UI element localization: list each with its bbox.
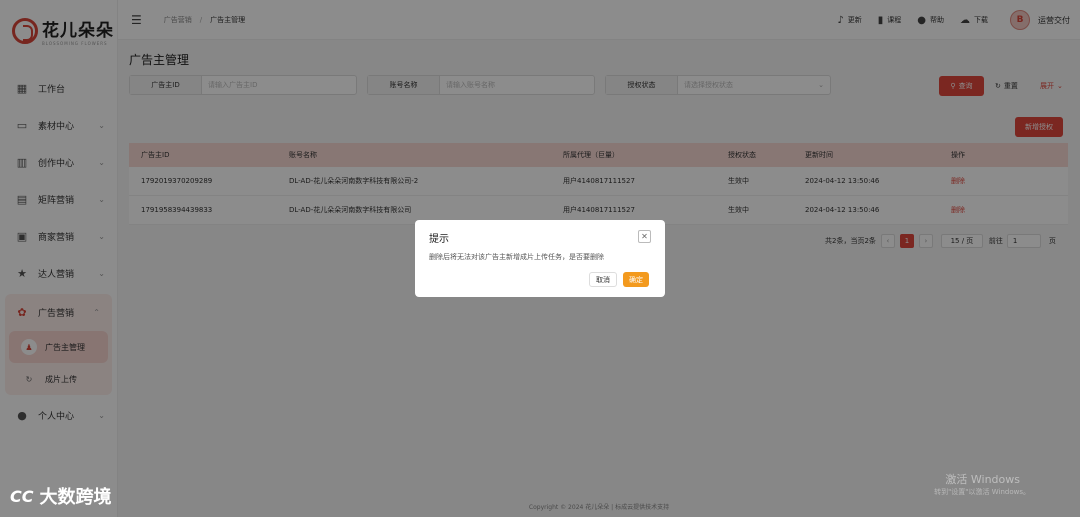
watermark-text: 大数跨境 (39, 487, 112, 508)
dialog-buttons: 取消 确定 (583, 272, 649, 287)
confirm-dialog: 提示 ✕ 删除后将无法对该广告主新增成片上传任务，是否要删除 取消 确定 (415, 220, 665, 297)
watermark: CC 大数跨境 (10, 483, 111, 509)
windows-activation-title: 激活 Windows (945, 473, 1020, 486)
close-icon[interactable]: ✕ (638, 230, 651, 243)
dialog-title: 提示 (429, 234, 449, 245)
dialog-message: 删除后将无法对该广告主新增成片上传任务，是否要删除 (429, 253, 604, 261)
cancel-button[interactable]: 取消 (589, 272, 617, 287)
windows-activation-sub: 转到"设置"以激活 Windows。 (934, 488, 1030, 496)
watermark-logo-icon: CC (10, 486, 34, 506)
confirm-button[interactable]: 确定 (623, 272, 649, 287)
